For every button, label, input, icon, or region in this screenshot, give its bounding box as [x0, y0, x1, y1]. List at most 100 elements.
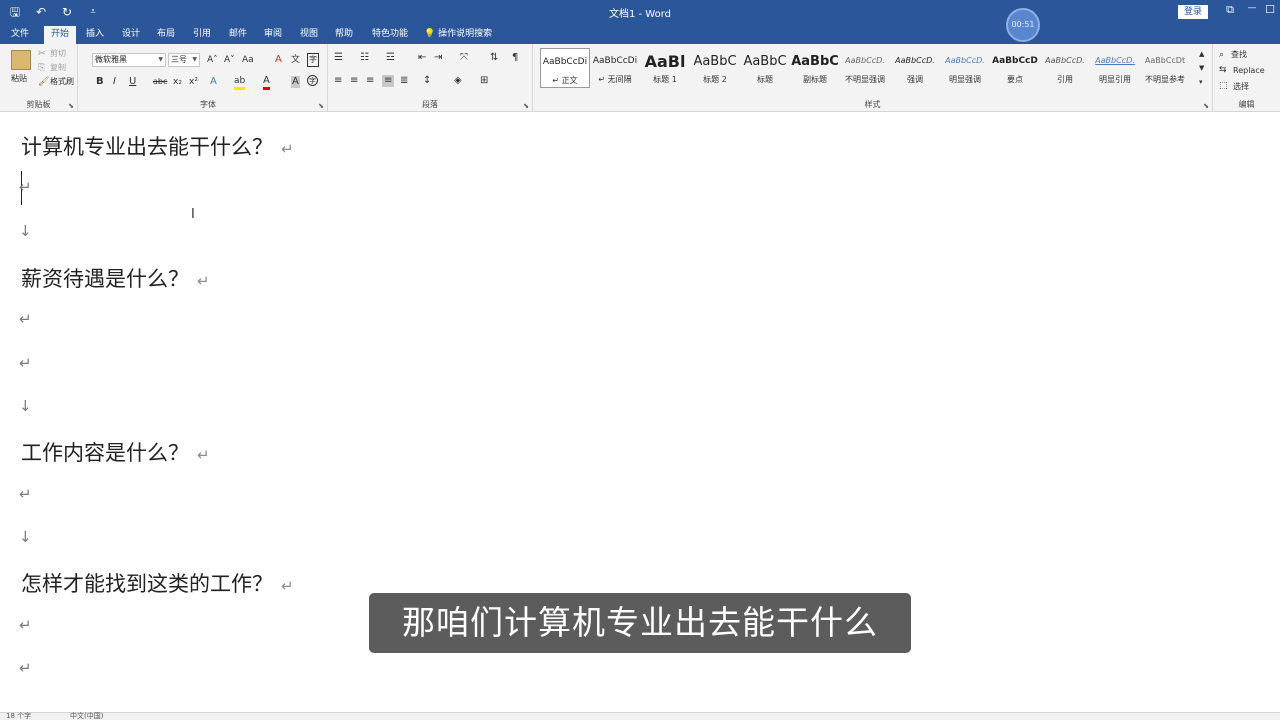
paste-button[interactable]: 粘贴: [11, 74, 27, 84]
tab-review[interactable]: 审阅: [260, 27, 286, 44]
grow-font-icon[interactable]: A˄: [207, 54, 218, 66]
numbering-icon[interactable]: ☷: [360, 52, 369, 64]
style-preview: AaBbCcD.: [945, 56, 985, 65]
tab-mailings[interactable]: 邮件: [225, 27, 251, 44]
character-shading-icon[interactable]: A: [291, 76, 300, 88]
language-indicator[interactable]: 中文(中国): [70, 712, 103, 720]
enclose-characters-icon[interactable]: 字: [307, 53, 319, 67]
borders-icon[interactable]: ⊞: [480, 75, 488, 87]
select-icon[interactable]: ⬚: [1219, 80, 1228, 92]
style-no-spacing[interactable]: AaBbCcDi ↵ 无间隔: [590, 48, 640, 88]
tab-view[interactable]: 视图: [296, 27, 322, 44]
find-icon[interactable]: ⌕: [1219, 49, 1224, 61]
bold-button[interactable]: B: [96, 76, 104, 88]
cut-icon[interactable]: ✂: [38, 48, 46, 60]
style-heading-1[interactable]: AaBl 标题 1: [640, 48, 690, 88]
style-name: 要点: [1007, 75, 1023, 84]
cut-button[interactable]: 剪切: [50, 49, 66, 59]
style-subtle-reference[interactable]: AaBbCcDt 不明显参考: [1140, 48, 1190, 88]
increase-indent-icon[interactable]: ⇥: [434, 52, 442, 64]
style-normal[interactable]: AaBbCcDi ↵ 正文: [540, 48, 590, 88]
highlight-icon[interactable]: ab: [234, 75, 246, 90]
style-name: 副标题: [803, 75, 827, 84]
align-right-icon[interactable]: ≡: [366, 75, 374, 87]
style-heading-2[interactable]: AaBbC 标题 2: [690, 48, 740, 88]
text-effects-icon[interactable]: A: [210, 76, 217, 88]
tab-insert[interactable]: 插入: [82, 27, 108, 44]
find-button[interactable]: 查找: [1231, 50, 1247, 60]
italic-button[interactable]: I: [113, 76, 116, 88]
style-title[interactable]: AaBbC 标题: [740, 48, 790, 88]
align-center-icon[interactable]: ≡: [350, 75, 358, 87]
gallery-scroll-up-icon[interactable]: ▲: [1199, 48, 1204, 60]
justify-icon[interactable]: ≡: [382, 75, 395, 87]
tab-design[interactable]: 设计: [118, 27, 144, 44]
font-name-combo[interactable]: 微软雅黑 ▼: [92, 53, 166, 67]
tab-references[interactable]: 引用: [189, 27, 215, 44]
format-painter-button[interactable]: 格式刷: [50, 77, 74, 87]
login-button[interactable]: 登录: [1178, 5, 1208, 19]
style-subtitle[interactable]: AaBbC 副标题: [790, 48, 840, 88]
clear-formatting-icon[interactable]: A: [275, 54, 282, 66]
select-button[interactable]: 选择: [1233, 82, 1249, 92]
superscript-button[interactable]: x²: [189, 76, 198, 88]
styles-launcher-icon[interactable]: ⬊: [1203, 102, 1209, 110]
chinese-layout-icon[interactable]: ⤧: [460, 52, 468, 64]
replace-icon[interactable]: ⇆: [1219, 64, 1227, 76]
tell-me-search[interactable]: 💡 操作说明搜索: [424, 27, 500, 44]
clipboard-group-label: 剪贴板: [26, 100, 51, 109]
ribbon-display-options-icon[interactable]: ⧉: [1222, 3, 1238, 17]
paragraph-mark: ↵: [197, 446, 210, 464]
heading-line[interactable]: 怎样才能找到这类的工作？ ↵: [21, 568, 294, 598]
replace-button[interactable]: Replace: [1233, 66, 1265, 76]
shading-icon[interactable]: ◈: [454, 75, 462, 87]
style-emphasis[interactable]: AaBbCcD. 强调: [890, 48, 940, 88]
minimize-icon[interactable]: —: [1244, 3, 1260, 13]
shrink-font-icon[interactable]: A˅: [224, 54, 235, 66]
phonetic-guide-icon[interactable]: 文: [291, 54, 300, 66]
style-name: 标题: [757, 75, 773, 84]
line-spacing-icon[interactable]: ↕: [423, 75, 431, 87]
copy-button[interactable]: 复制: [50, 63, 66, 73]
bullets-icon[interactable]: ☰: [334, 52, 343, 64]
tab-special-features[interactable]: 特色功能: [368, 27, 412, 44]
gallery-more-icon[interactable]: ▾: [1199, 76, 1203, 88]
show-marks-icon[interactable]: ¶: [512, 52, 518, 64]
style-name: 明显引用: [1099, 75, 1131, 84]
copy-icon[interactable]: ⎘: [38, 62, 45, 74]
distributed-icon[interactable]: ≣: [400, 75, 408, 87]
tab-home[interactable]: 开始: [44, 26, 76, 44]
maximize-icon[interactable]: ☐: [1262, 3, 1278, 16]
underline-button[interactable]: U: [129, 76, 136, 88]
style-intense-emphasis[interactable]: AaBbCcD. 明显强调: [940, 48, 990, 88]
subscript-button[interactable]: x₂: [173, 76, 182, 88]
style-intense-quote[interactable]: AaBbCcD. 明显引用: [1090, 48, 1140, 88]
style-strong[interactable]: AaBbCcD 要点: [990, 48, 1040, 88]
clipboard-launcher-icon[interactable]: ⬊: [68, 102, 74, 110]
font-color-icon[interactable]: A: [263, 75, 270, 90]
font-launcher-icon[interactable]: ⬊: [318, 102, 324, 110]
paste-icon[interactable]: [11, 50, 31, 70]
word-count[interactable]: 18 个字: [6, 712, 31, 720]
strikethrough-button[interactable]: abc: [153, 76, 167, 88]
align-left-icon[interactable]: ≡: [334, 75, 342, 87]
tab-file[interactable]: 文件: [6, 27, 34, 44]
tab-help[interactable]: 帮助: [331, 27, 357, 44]
style-quote[interactable]: AaBbCcD. 引用: [1040, 48, 1090, 88]
format-painter-icon[interactable]: 🖌: [38, 76, 49, 88]
style-subtle-emphasis[interactable]: AaBbCcD. 不明显强调: [840, 48, 890, 88]
enclose-circle-icon[interactable]: 字: [307, 75, 318, 86]
gallery-scroll-down-icon[interactable]: ▼: [1199, 62, 1204, 74]
paragraph-launcher-icon[interactable]: ⬊: [523, 102, 529, 110]
multilevel-list-icon[interactable]: ☲: [386, 52, 395, 64]
sort-icon[interactable]: ⇅: [490, 52, 498, 64]
decrease-indent-icon[interactable]: ⇤: [418, 52, 426, 64]
change-case-icon[interactable]: Aa: [242, 54, 254, 66]
paragraph-mark: ↵: [19, 354, 32, 372]
tab-layout[interactable]: 布局: [153, 27, 179, 44]
chevron-down-icon: ▼: [158, 56, 163, 63]
heading-line[interactable]: 工作内容是什么？ ↵: [21, 437, 210, 467]
heading-line[interactable]: 计算机专业出去能干什么？ ↵: [21, 131, 294, 161]
heading-line[interactable]: 薪资待遇是什么？ ↵: [21, 263, 210, 293]
font-size-combo[interactable]: 三号 ▼: [168, 53, 200, 67]
